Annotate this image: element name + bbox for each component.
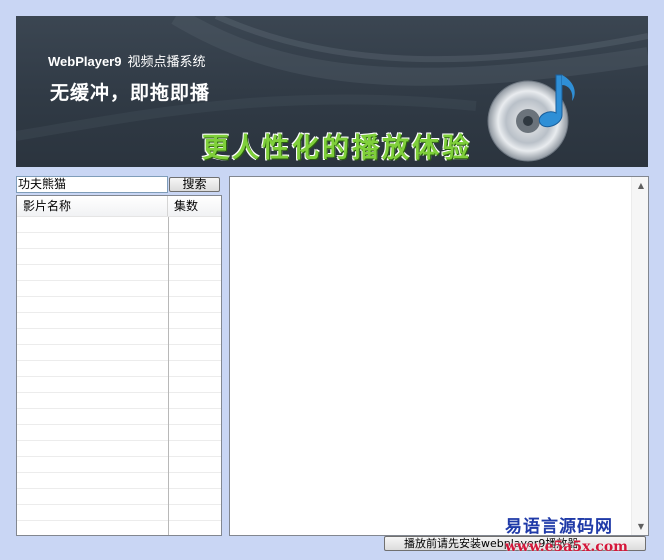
banner-slogan: 无缓冲，即拖即播 bbox=[50, 82, 211, 104]
disc-music-icon bbox=[487, 74, 575, 162]
list-header: 影片名称 集数 bbox=[17, 196, 221, 217]
column-header-title[interactable]: 影片名称 bbox=[17, 196, 168, 216]
list-rows[interactable] bbox=[17, 217, 221, 535]
movie-list[interactable]: 影片名称 集数 bbox=[16, 195, 222, 536]
web-browser-pane[interactable]: ▲ ▼ bbox=[229, 176, 649, 536]
search-input[interactable] bbox=[16, 176, 168, 193]
app-subtitle: 视频点播系统 bbox=[127, 54, 206, 69]
site-watermark: 易语言源码网 www.e5a5x.com bbox=[505, 512, 655, 555]
app-title: WebPlayer9 视频点播系统 bbox=[48, 51, 205, 70]
watermark-url: www.e5a5x.com bbox=[505, 539, 628, 555]
header-banner: WebPlayer9 视频点播系统 无缓冲，即拖即播 更人性化的播放体验 bbox=[16, 16, 648, 167]
column-header-episodes[interactable]: 集数 bbox=[168, 196, 220, 216]
vertical-scrollbar[interactable]: ▲ ▼ bbox=[631, 177, 648, 535]
banner-tagline: 更人性化的播放体验 bbox=[202, 133, 472, 164]
search-button[interactable]: 搜索 bbox=[169, 177, 220, 192]
watermark-title: 易语言源码网 bbox=[505, 517, 613, 537]
app-name: WebPlayer9 bbox=[48, 54, 122, 69]
scroll-up-arrow-icon[interactable]: ▲ bbox=[638, 181, 644, 190]
